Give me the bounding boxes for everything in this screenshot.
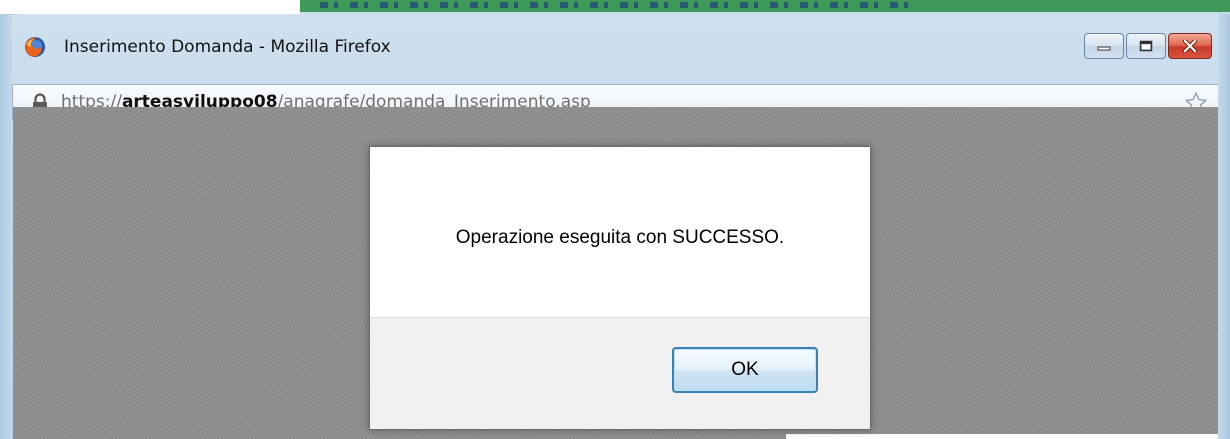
background-window-strip	[0, 0, 1230, 15]
page-background-fragment	[786, 434, 1218, 439]
minimize-button[interactable]	[1084, 33, 1124, 59]
minimize-icon	[1097, 46, 1111, 51]
ok-button[interactable]: OK	[672, 347, 818, 393]
desktop-edge-right	[1218, 14, 1230, 439]
background-window-left	[0, 0, 300, 15]
dialog-footer: OK	[370, 317, 870, 429]
maximize-icon	[1139, 40, 1153, 52]
maximize-button[interactable]	[1126, 33, 1166, 59]
background-window-content	[320, 2, 920, 8]
background-window-banner	[300, 0, 1230, 12]
dialog-body: Operazione eseguita con SUCCESSO.	[370, 147, 870, 317]
alert-dialog: Operazione eseguita con SUCCESSO. OK	[369, 146, 871, 430]
close-button[interactable]	[1168, 33, 1212, 59]
title-bar[interactable]: Inserimento Domanda - Mozilla Firefox	[12, 14, 1218, 82]
desktop-edge-left	[0, 14, 12, 439]
dialog-message: Operazione eseguita con SUCCESSO.	[455, 227, 785, 248]
close-icon	[1183, 40, 1197, 52]
firefox-icon	[25, 37, 45, 57]
window-controls	[1084, 33, 1212, 59]
window-title: Inserimento Domanda - Mozilla Firefox	[64, 37, 391, 57]
